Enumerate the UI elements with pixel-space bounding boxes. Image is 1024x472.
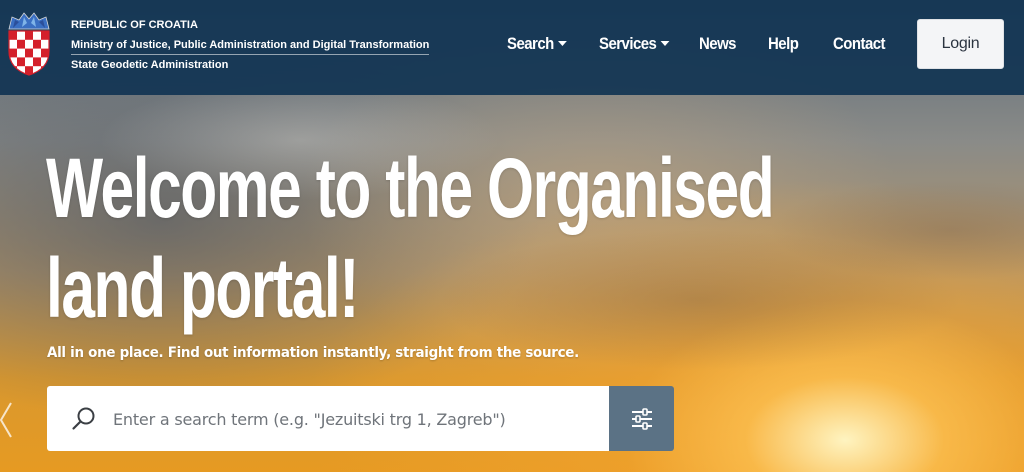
org-ministry: Ministry of Justice, Public Administrati… (71, 37, 430, 55)
page-title: Welcome to the Organised land portal! (46, 138, 910, 338)
search-box (47, 386, 609, 451)
org-administration: State Geodetic Administration (71, 59, 229, 71)
nav-services-label: Services (599, 34, 657, 53)
search-icon (72, 407, 95, 430)
croatian-coat-of-arms-icon (8, 12, 50, 76)
nav-search-label: Search (507, 34, 554, 53)
search-filter-button[interactable] (609, 386, 674, 451)
org-country: REPUBLIC OF CROATIA (71, 19, 198, 31)
nav-search[interactable]: Search (507, 34, 567, 54)
chevron-down-icon (558, 41, 567, 46)
nav-contact[interactable]: Contact (833, 34, 886, 54)
search-input[interactable] (113, 402, 593, 436)
organization-name: REPUBLIC OF CROATIA Ministry of Justice,… (71, 17, 430, 73)
sliders-icon (631, 407, 652, 430)
nav-services[interactable]: Services (599, 34, 670, 54)
chevron-down-icon (660, 41, 670, 46)
page-title-line-1: Welcome to the Organised (46, 141, 775, 235)
page-title-line-2: land portal! (46, 241, 359, 335)
chevron-left-icon[interactable] (0, 400, 14, 440)
page-subtitle: All in one place. Find out information i… (47, 345, 579, 361)
nav-news[interactable]: News (699, 34, 737, 54)
nav-help[interactable]: Help (768, 34, 799, 54)
login-button[interactable]: Login (917, 19, 1004, 69)
top-navigation-bar: REPUBLIC OF CROATIA Ministry of Justice,… (0, 0, 1024, 95)
